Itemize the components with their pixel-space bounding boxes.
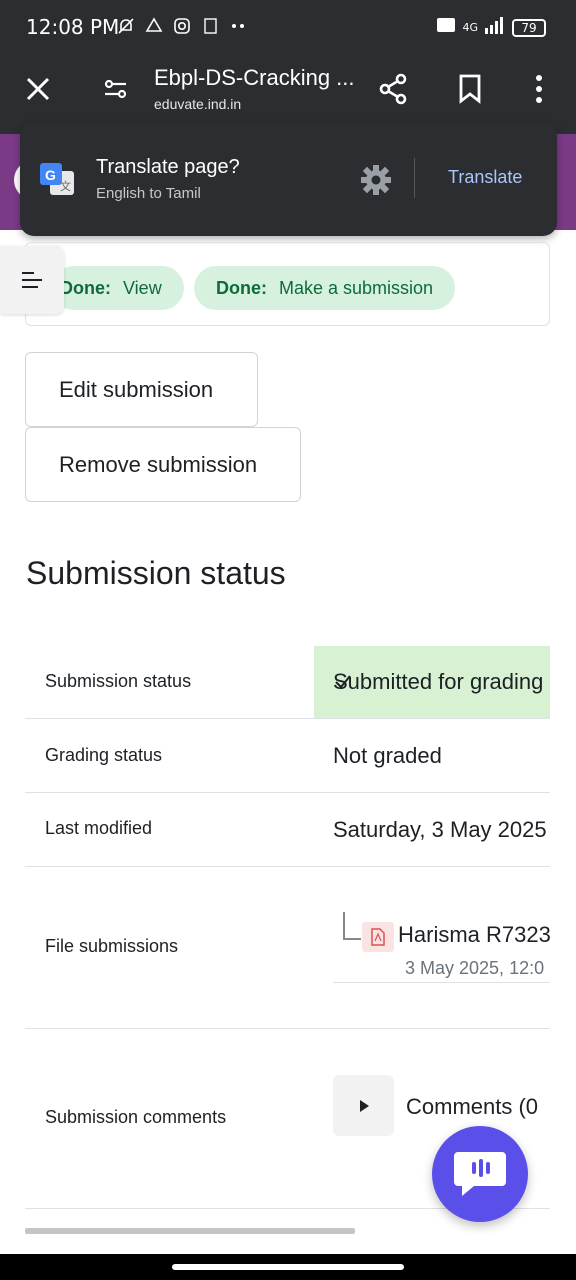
row-divider [25,866,550,867]
mute-bell-icon [116,16,136,36]
divider [414,158,415,198]
home-gesture-handle[interactable] [172,1264,404,1270]
site-settings-button[interactable] [94,67,138,111]
chat-bubble-icon [454,1152,506,1196]
row-divider [25,718,550,719]
svg-text:文: 文 [60,179,71,193]
overflow-menu-button[interactable] [517,67,561,111]
page-title: Ebpl-DS-Cracking ... [154,65,355,90]
close-tab-button[interactable] [16,67,60,111]
pdf-file-icon [200,16,220,36]
translate-languages: English to Tamil [96,185,201,202]
completion-badge-submission: Done: Make a submission [194,266,456,310]
bookmark-button[interactable] [448,67,492,111]
google-translate-icon: G文 [40,163,76,197]
submitted-file-link[interactable]: Harisma R7323 [398,922,550,948]
pdf-icon [362,922,394,952]
more-notifications-icon [228,16,248,36]
instagram-icon [172,16,192,36]
page-url: eduvate.ind.in [154,96,242,112]
chat-assistant-button[interactable] [432,1126,528,1222]
volte-icon [436,15,456,40]
system-icons: 4G 79 [436,15,546,40]
drive-icon [144,16,164,36]
more-vert-icon [536,75,542,103]
network-type: 4G [462,21,478,34]
menu-icon [22,272,42,288]
submission-comments-label: Submission comments [45,1107,227,1127]
badge-label: Make a submission [279,277,434,298]
translate-settings-button[interactable] [356,160,396,200]
translate-title: Translate page? [96,156,240,178]
row-divider [25,1028,550,1029]
section-heading: Submission status [26,555,286,591]
edit-submission-button[interactable]: Edit submission [25,352,258,427]
remove-submission-button[interactable]: Remove submission [25,427,301,502]
signal-icon [484,16,506,39]
comments-link[interactable]: Comments (0 [406,1094,550,1120]
grading-status-label: Grading status [45,745,163,765]
submission-status-value: Submitted for grading [333,669,544,694]
notification-icons [116,16,248,36]
check-icon [335,675,351,689]
last-modified-label: Last modified [45,818,153,838]
status-time: 12:08 PM [26,15,120,39]
close-icon [26,77,50,101]
tree-connector [343,912,361,940]
badge-state: Done: [216,277,267,298]
grading-status-value: Not graded [333,743,442,768]
badge-label: View [123,277,162,298]
tune-icon [104,79,127,99]
badge-state: Done: [60,277,111,298]
last-modified-value: Saturday, 3 May 2025 [333,817,547,842]
file-divider [333,982,550,983]
row-divider [25,792,550,793]
share-icon [379,73,407,105]
translate-button[interactable]: Translate [448,167,522,188]
gear-icon [361,165,391,195]
completion-badge-view: Done: View [52,266,184,310]
battery-icon: 79 [512,18,546,37]
svg-text:G: G [45,167,56,183]
comments-expand-button[interactable] [333,1075,394,1136]
translate-prompt: G文 Translate page? English to Tamil Tran… [20,122,557,236]
submission-status-cell: Submitted for grading [314,646,550,718]
bookmark-icon [459,74,481,104]
play-arrow-icon [359,1099,369,1112]
course-index-toggle[interactable] [0,246,64,314]
horizontal-scrollbar[interactable] [25,1228,355,1234]
file-submissions-label: File submissions [45,936,179,956]
share-button[interactable] [371,67,415,111]
status-bar: 12:08 PM 4G 79 [0,0,576,56]
submission-status-label: Submission status [45,671,192,691]
submitted-file-date: 3 May 2025, 12:0 [405,958,545,978]
